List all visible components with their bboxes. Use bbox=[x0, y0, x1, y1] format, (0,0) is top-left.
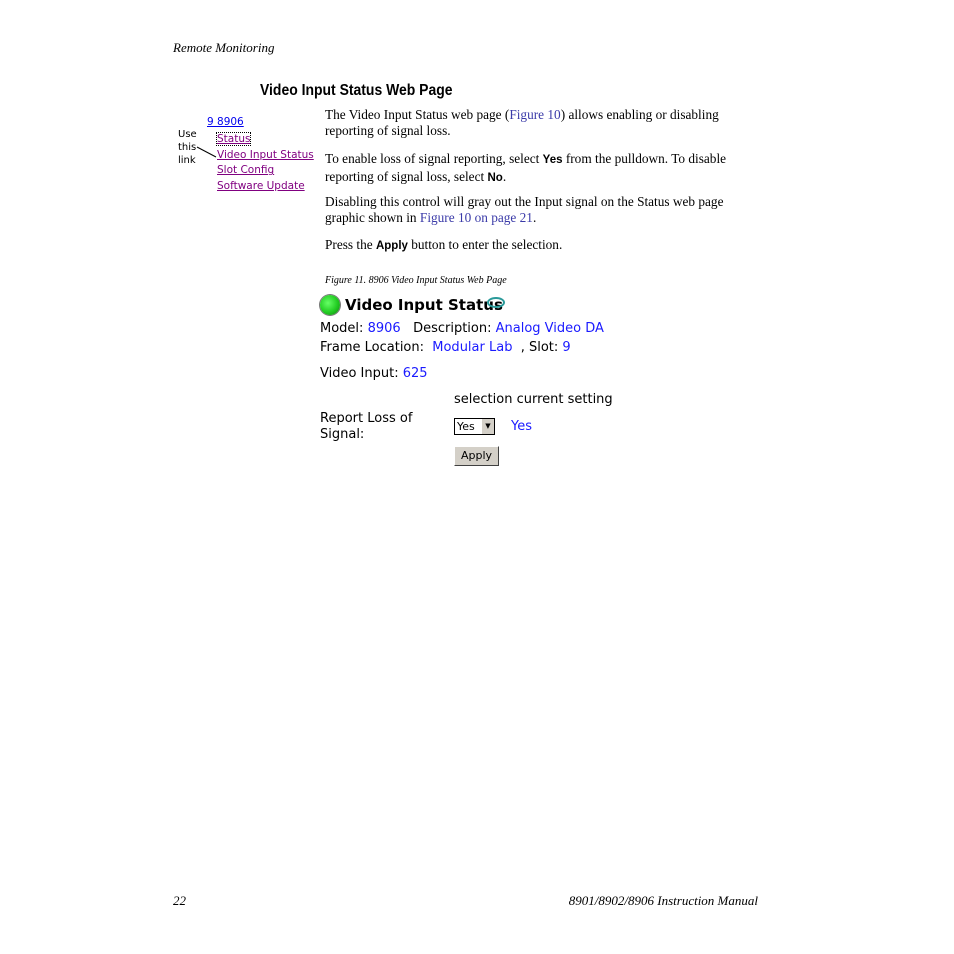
loss-signal-select[interactable]: Yes ▼ bbox=[454, 418, 495, 435]
nav-links: Status Video Input Status Slot Config So… bbox=[215, 132, 314, 195]
nav-link-slot-config[interactable]: Slot Config bbox=[217, 163, 314, 179]
page-number: 22 bbox=[173, 893, 186, 908]
status-led-icon bbox=[320, 295, 340, 315]
note-line: Use bbox=[178, 129, 197, 140]
refresh-icon[interactable] bbox=[487, 297, 505, 308]
nav-link-status[interactable]: Status bbox=[215, 132, 314, 148]
note-line: link bbox=[178, 155, 196, 166]
manual-title: 8901/8902/8906 Instruction Manual bbox=[568, 893, 758, 908]
running-header: Remote Monitoring bbox=[173, 40, 275, 55]
frame-row: Frame Location: Modular Lab , Slot: 9 bbox=[320, 340, 571, 355]
figure-title: Video Input Status bbox=[345, 296, 503, 314]
current-setting-value: Yes bbox=[511, 419, 532, 434]
callout-note: Use this link bbox=[178, 128, 197, 167]
note-line: this bbox=[178, 142, 197, 153]
nav-slot-link[interactable]: 9 8906 bbox=[207, 116, 244, 128]
video-input-row: Video Input: 625 bbox=[320, 366, 428, 381]
apply-button[interactable]: Apply bbox=[454, 446, 499, 466]
model-row: Model: 8906 Description: Analog Video DA bbox=[320, 321, 604, 336]
figure-caption: Figure 11. 8906 Video Input Status Web P… bbox=[325, 275, 507, 286]
document-page: Remote Monitoring Video Input Status Web… bbox=[0, 0, 954, 954]
figure-link[interactable]: Figure 10 bbox=[509, 107, 560, 122]
paragraph: The Video Input Status web page (Figure … bbox=[325, 107, 719, 138]
paragraph: Disabling this control will gray out the… bbox=[325, 194, 724, 225]
section-title: Video Input Status Web Page bbox=[260, 82, 453, 99]
column-headers: selection current setting bbox=[454, 392, 613, 407]
chevron-down-icon[interactable]: ▼ bbox=[482, 419, 494, 434]
figure-link[interactable]: Figure 10 on page 21 bbox=[420, 210, 533, 225]
nav-link-video-input-status[interactable]: Video Input Status bbox=[217, 148, 314, 164]
paragraph: Press the Apply button to enter the sele… bbox=[325, 237, 563, 252]
nav-link-software-update[interactable]: Software Update bbox=[217, 179, 314, 195]
paragraph: To enable loss of signal reporting, sele… bbox=[325, 151, 727, 184]
callout-line bbox=[196, 146, 217, 158]
report-loss-label: Report Loss of Signal: bbox=[320, 411, 413, 442]
